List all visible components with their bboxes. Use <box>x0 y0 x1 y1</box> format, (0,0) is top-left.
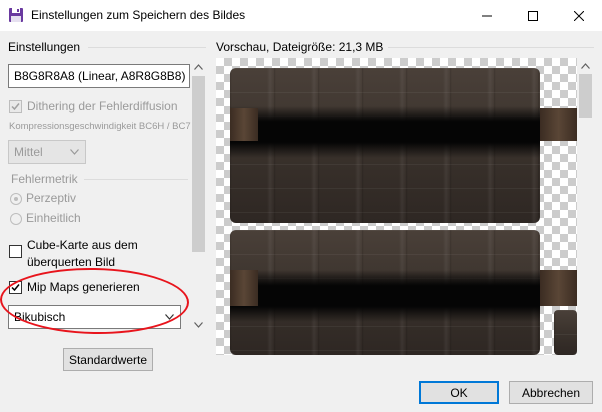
radio-perzeptiv[interactable] <box>10 193 22 205</box>
cubemap-checkbox[interactable] <box>9 245 22 258</box>
settings-separator <box>88 47 206 48</box>
compression-speed-select[interactable]: Mittel <box>8 140 86 164</box>
radio-perzeptiv-label: Perzeptiv <box>26 191 77 205</box>
defaults-button[interactable]: Standardwerte <box>63 348 153 371</box>
cancel-button[interactable]: Abbrechen <box>509 381 593 404</box>
preview-shadow-band <box>230 270 540 322</box>
maximize-icon <box>528 10 538 21</box>
preview-wood-fragment <box>554 310 577 355</box>
preview-wood-plank <box>230 68 540 223</box>
preview-shadow-band <box>230 106 540 158</box>
close-button[interactable] <box>556 0 602 31</box>
radio-einheitlich-label: Einheitlich <box>26 211 81 225</box>
error-metric-label: Fehlermetrik <box>11 172 78 186</box>
error-metric-separator <box>84 179 188 180</box>
preview-label: Vorschau, Dateigröße: 21,3 MB <box>216 40 384 54</box>
ok-button[interactable]: OK <box>419 381 499 404</box>
cubemap-label-line1: Cube-Karte aus dem <box>27 238 138 252</box>
scroll-up-icon[interactable] <box>194 64 203 70</box>
compression-speed-value: Mittel <box>14 145 43 159</box>
chevron-down-icon <box>70 149 79 155</box>
scroll-up-icon[interactable] <box>581 63 590 69</box>
maximize-button[interactable] <box>510 0 556 31</box>
cubemap-label: Cube-Karte aus dem überquerten Bild <box>27 237 138 271</box>
preview-image <box>216 58 577 355</box>
preview-wood-plank <box>230 230 540 355</box>
checkmark-icon <box>11 103 20 111</box>
settings-group-label: Einstellungen <box>8 40 81 54</box>
scroll-down-icon[interactable] <box>194 322 203 328</box>
preview-separator <box>388 47 594 48</box>
compression-speed-label: Kompressionsgeschwindigkeit BC6H / BC7 <box>9 121 191 132</box>
format-select[interactable]: B8G8R8A8 (Linear, A8R8G8B8) <box>8 64 190 88</box>
radio-einheitlich[interactable] <box>10 213 22 225</box>
floppy-disk-icon <box>9 8 23 22</box>
format-select-value: B8G8R8A8 (Linear, A8R8G8B8) <box>14 69 186 83</box>
preview-side-post <box>540 270 577 306</box>
dithering-checkbox[interactable] <box>9 100 22 113</box>
settings-scroll-thumb[interactable] <box>192 76 205 252</box>
minimize-button[interactable] <box>464 0 510 31</box>
dithering-label: Dithering der Fehlerdiffusion <box>27 99 178 113</box>
minimize-icon <box>482 15 492 16</box>
close-icon <box>574 10 584 21</box>
preview-side-post <box>230 108 258 141</box>
preview-side-post <box>540 108 577 141</box>
window-title: Einstellungen zum Speichern des Bildes <box>31 8 246 22</box>
preview-scroll-thumb[interactable] <box>579 74 592 118</box>
preview-side-post <box>230 270 258 306</box>
